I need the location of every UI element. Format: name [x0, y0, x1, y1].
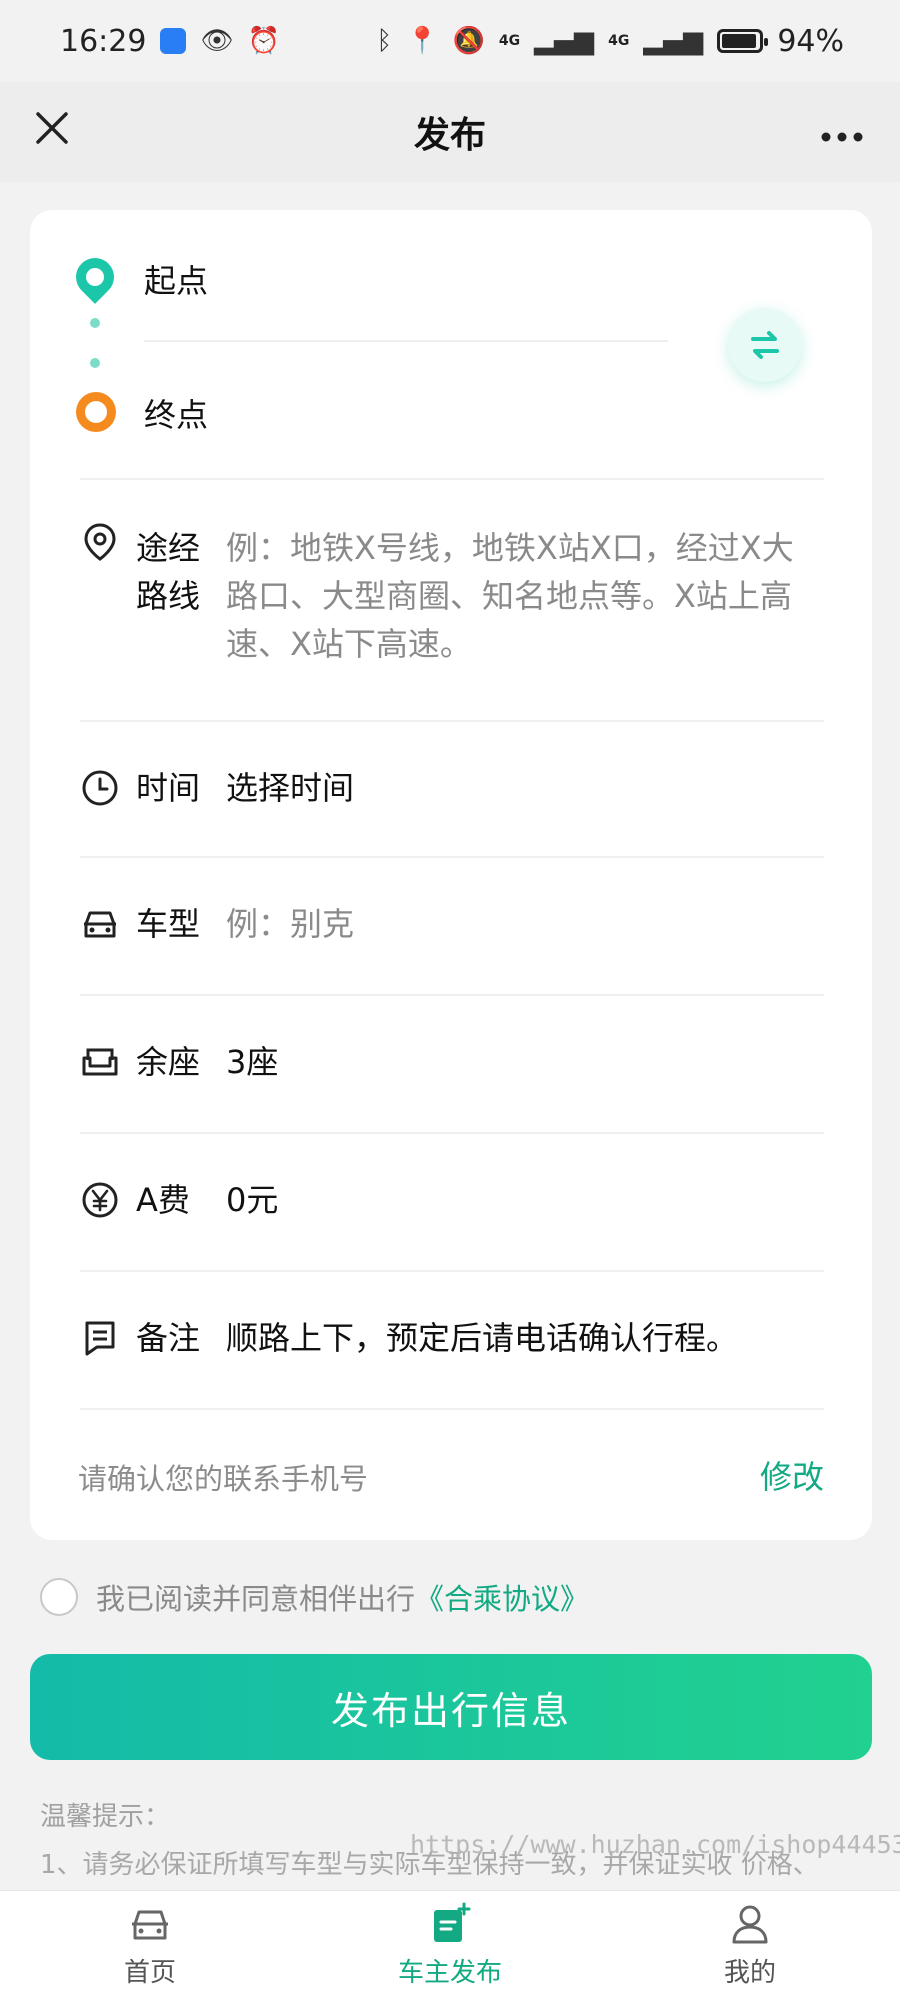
- tab-mine[interactable]: 我的: [600, 1891, 900, 2000]
- tab-bar: 首页 车主发布 我的: [0, 1890, 900, 2000]
- note-row[interactable]: 备注 顺路上下，预定后请电话确认行程。: [80, 1270, 824, 1408]
- contact-prompt: 请确认您的联系手机号: [78, 1462, 369, 1496]
- note-label: 备注: [136, 1319, 201, 1357]
- fee-row[interactable]: A费 0元: [80, 1132, 824, 1270]
- swap-icon: [751, 331, 779, 359]
- network-4g-label-2: 4G: [608, 33, 630, 49]
- clock-icon: [80, 768, 120, 808]
- publish-button[interactable]: 发布出行信息: [30, 1654, 872, 1760]
- agreement-text: 我已阅读并同意相伴出行: [96, 1582, 416, 1616]
- waypoints-label: 途经 路线: [136, 524, 200, 620]
- agree-checkbox[interactable]: [40, 1578, 78, 1616]
- end-point-field[interactable]: 终点: [144, 390, 208, 436]
- tab-home[interactable]: 首页: [0, 1891, 300, 2000]
- row-divider: [80, 1408, 824, 1410]
- eye-icon: 👁: [200, 26, 234, 56]
- status-bar: 16:29 👁 ⏰ ᛒ 📍 🔕 4G ▂▄▆ 4G ▂▄▆ 94%: [0, 0, 900, 82]
- start-point-field[interactable]: 起点: [144, 256, 208, 302]
- seats-row[interactable]: 余座 3座: [80, 994, 824, 1132]
- yuan-icon: [80, 1180, 120, 1220]
- end-pin-icon: [76, 392, 116, 432]
- edit-phone-button[interactable]: 修改: [760, 1452, 824, 1498]
- time-label: 时间: [136, 769, 201, 807]
- battery-icon: [717, 29, 769, 53]
- bluetooth-icon: ᛒ: [376, 26, 393, 56]
- waypoints-label-line1: 途经: [136, 529, 201, 567]
- car-model-input[interactable]: 例：别克: [226, 900, 824, 948]
- user-icon: [726, 1902, 774, 1946]
- seats-label: 余座: [136, 1043, 201, 1081]
- waypoints-row[interactable]: 途经 路线 例：地铁X号线，地铁X站X口，经过X大路口、大型商圈、知名地点等。X…: [80, 478, 824, 720]
- watermark-text: https://www.huzhan.com/ishop44453: [410, 1830, 900, 1859]
- waypoints-label-line2: 路线: [136, 577, 201, 615]
- battery-fill: [722, 34, 756, 48]
- start-pin-icon: [68, 250, 122, 304]
- car-model-label: 车型: [136, 905, 201, 943]
- note-icon: [80, 1318, 120, 1358]
- swap-route-button[interactable]: [728, 308, 802, 382]
- publish-form-card: 起点 终点 途经 路线 例：地铁X号线，地铁X站X口，经过X大路口、大型商圈、知…: [30, 210, 872, 1540]
- mute-icon: 🔕: [452, 26, 485, 56]
- more-icon-svg: [821, 132, 863, 142]
- fee-input[interactable]: 0元: [226, 1176, 824, 1224]
- location-pin-icon: [80, 522, 120, 562]
- route-dot: [90, 318, 100, 328]
- status-time: 16:29: [60, 23, 147, 59]
- note-input[interactable]: 顺路上下，预定后请电话确认行程。: [226, 1314, 824, 1362]
- signal-icon-2: ▂▄▆: [643, 26, 704, 56]
- tab-home-label: 首页: [123, 1958, 176, 1988]
- agreement-link[interactable]: 《合乘协议》: [415, 1576, 589, 1618]
- close-icon-svg: [36, 112, 68, 144]
- location-icon: 📍: [406, 26, 439, 56]
- tab-driver-publish[interactable]: 车主发布: [300, 1891, 600, 2000]
- publish-doc-icon: [426, 1902, 474, 1946]
- more-icon[interactable]: [810, 104, 874, 160]
- close-icon[interactable]: [24, 104, 80, 160]
- car-icon: [80, 904, 120, 944]
- car-icon: [126, 1902, 174, 1946]
- route-divider: [144, 340, 668, 342]
- tab-mine-label: 我的: [723, 1958, 776, 1988]
- route-section: 起点 终点: [30, 210, 872, 478]
- contact-row: 请确认您的联系手机号 修改: [78, 1456, 824, 1498]
- route-dot: [90, 358, 100, 368]
- nav-bar: 发布: [0, 82, 900, 182]
- network-4g-label: 4G: [498, 33, 521, 49]
- time-select[interactable]: 选择时间: [226, 764, 824, 812]
- signal-icon: ▂▄▆: [534, 26, 595, 56]
- battery-percent: 94%: [777, 23, 844, 59]
- car-model-row[interactable]: 车型 例：别克: [80, 856, 824, 994]
- time-row[interactable]: 时间 选择时间: [80, 720, 824, 856]
- page-title: 发布: [413, 115, 486, 156]
- waypoints-input[interactable]: 例：地铁X号线，地铁X站X口，经过X大路口、大型商圈、知名地点等。X站上高速、X…: [226, 524, 824, 668]
- tab-driver-publish-label: 车主发布: [397, 1958, 502, 1988]
- alarm-icon: ⏰: [247, 26, 280, 56]
- tips-title: 温馨提示：: [40, 1802, 171, 1832]
- seat-icon: [80, 1042, 120, 1082]
- app-notification-icon: [160, 28, 187, 54]
- agreement-row: 我已阅读并同意相伴出行 《合乘协议》: [40, 1576, 589, 1618]
- fee-label: A费: [136, 1181, 190, 1219]
- seats-select[interactable]: 3座: [226, 1038, 824, 1086]
